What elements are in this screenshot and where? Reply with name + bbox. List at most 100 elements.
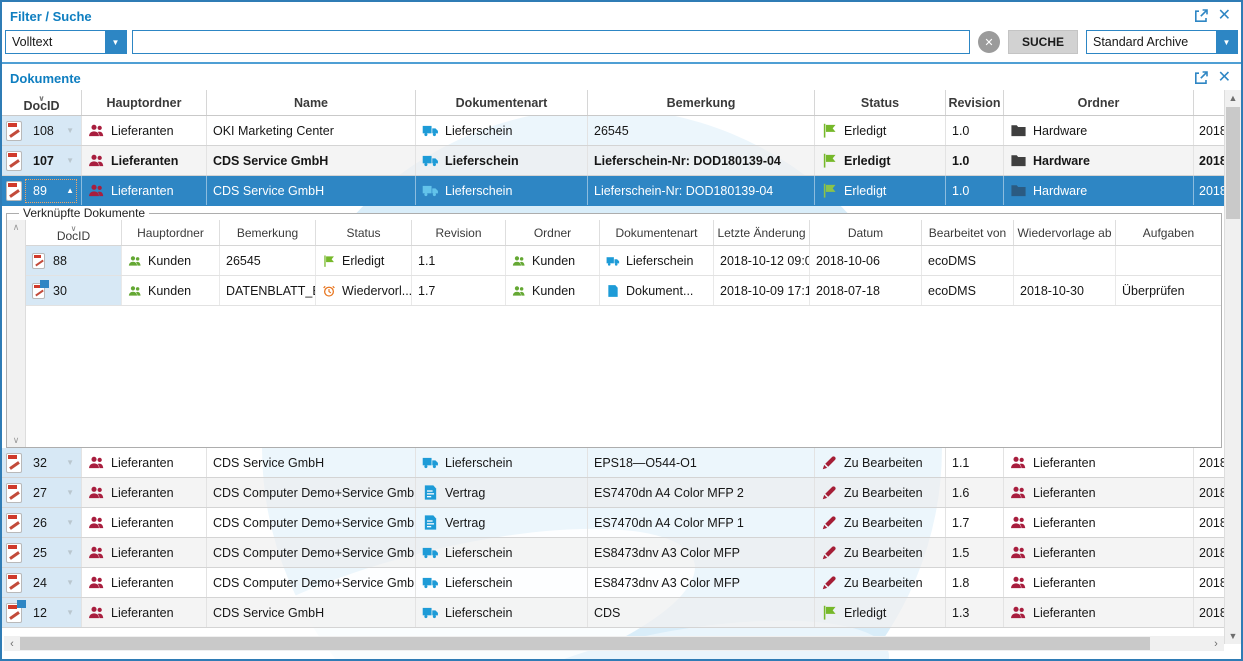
suppliers-people-icon xyxy=(1010,454,1027,471)
column-header-dokumentenart[interactable]: Dokumentenart xyxy=(416,90,588,115)
search-button[interactable]: SUCHE xyxy=(1008,30,1078,54)
doc-folder: Lieferanten xyxy=(1033,456,1096,470)
horizontal-scrollbar[interactable]: ‹ › xyxy=(4,636,1224,651)
archive-value: Standard Archive xyxy=(1087,35,1194,49)
suppliers-people-icon xyxy=(88,454,105,471)
chevron-down-icon[interactable]: ▼ xyxy=(66,126,74,135)
table-row-12[interactable]: 12▼ Lieferanten CDS Service GmbH Liefers… xyxy=(2,598,1224,628)
table-row-32[interactable]: 32▼ Lieferanten CDS Service GmbH Liefers… xyxy=(2,448,1224,478)
search-type-select[interactable]: Volltext ▼ xyxy=(5,30,127,54)
search-input[interactable] xyxy=(132,30,970,54)
linked-column-status[interactable]: Status xyxy=(316,220,412,245)
scroll-left-icon[interactable]: ‹ xyxy=(4,636,20,651)
table-row-107[interactable]: 107▼ Lieferanten CDS Service GmbH Liefer… xyxy=(2,146,1224,176)
table-row-27[interactable]: 27▼ Lieferanten CDS Computer Demo+Servic… xyxy=(2,478,1224,508)
pdf-icon xyxy=(6,483,22,503)
doc-name: OKI Marketing Center xyxy=(207,116,416,145)
linked-column-revision[interactable]: Revision xyxy=(412,220,506,245)
linked-column-aufgaben[interactable]: Aufgaben xyxy=(1116,220,1221,245)
doc-folder: Lieferanten xyxy=(1033,486,1096,500)
filter-panel-title: Filter / Suche xyxy=(10,9,92,24)
suppliers-people-icon xyxy=(88,574,105,591)
delivery-truck-icon xyxy=(422,574,439,591)
doc-date-cut: 2018 xyxy=(1194,116,1224,145)
linked-column-dokumentenart[interactable]: Dokumentenart xyxy=(600,220,714,245)
document-icon xyxy=(422,514,439,531)
scroll-up-icon[interactable]: ▲ xyxy=(1225,90,1241,106)
popout-window-icon[interactable] xyxy=(1194,9,1208,23)
column-header-ordner[interactable]: Ordner xyxy=(1004,90,1194,115)
table-row-24[interactable]: 24▼ Lieferanten CDS Computer Demo+Servic… xyxy=(2,568,1224,598)
close-icon[interactable]: ✕ xyxy=(1218,70,1231,86)
clear-search-icon[interactable]: ✕ xyxy=(978,31,1000,53)
table-row-89-selected[interactable]: 89▲ Lieferanten CDS Service GmbH Liefers… xyxy=(2,176,1224,206)
linked-row-30[interactable]: 30 Kunden DATENBLATT_E... Wiedervorl... … xyxy=(26,276,1221,306)
scroll-down-icon[interactable]: ▼ xyxy=(1225,628,1241,644)
main-folder: Lieferanten xyxy=(111,516,174,530)
doc-revision: 1.1 xyxy=(946,448,1004,477)
vertical-scrollbar-thumb[interactable] xyxy=(1226,107,1240,219)
docid-cell: 12▼ xyxy=(2,598,82,627)
popout-window-icon[interactable] xyxy=(1194,71,1208,85)
suppliers-people-icon xyxy=(88,122,105,139)
linked-column-docid[interactable]: ∨DocID xyxy=(26,220,122,245)
column-header-bemerkung[interactable]: Bemerkung xyxy=(588,90,815,115)
chevron-down-icon[interactable]: ▼ xyxy=(66,548,74,557)
chevron-up-icon[interactable]: ▲ xyxy=(66,186,74,195)
linked-column-bemerkung[interactable]: Bemerkung xyxy=(220,220,316,245)
edit-pen-icon xyxy=(821,454,838,471)
doc-note: 26545 xyxy=(220,246,316,275)
doc-type: Lieferschein xyxy=(445,124,512,138)
column-header-datum-cut[interactable] xyxy=(1194,90,1224,115)
table-row-108[interactable]: 108▼ Lieferanten OKI Marketing Center Li… xyxy=(2,116,1224,146)
linked-column-datum[interactable]: Datum xyxy=(810,220,922,245)
table-row-25[interactable]: 25▼ Lieferanten CDS Computer Demo+Servic… xyxy=(2,538,1224,568)
column-header-revision[interactable]: Revision xyxy=(946,90,1004,115)
chevron-down-icon[interactable]: ▼ xyxy=(66,156,74,165)
scroll-right-icon[interactable]: › xyxy=(1208,636,1224,651)
doc-revision: 1.7 xyxy=(946,508,1004,537)
column-header-docid[interactable]: ∨DocID xyxy=(2,90,82,115)
docid-cell: 32▼ xyxy=(2,448,82,477)
linked-vertical-scrollbar[interactable]: ∧ ∨ xyxy=(7,220,26,447)
doc-status: Erledigt xyxy=(342,254,384,268)
edited-by: ecoDMS xyxy=(922,276,1014,305)
doc-type: Lieferschein xyxy=(445,546,512,560)
customers-people-icon xyxy=(512,254,526,268)
main-folder: Kunden xyxy=(148,284,191,298)
vertical-scrollbar[interactable]: ▲ ▼ xyxy=(1224,90,1241,644)
tasks xyxy=(1116,246,1221,275)
chevron-down-icon[interactable]: ▼ xyxy=(66,608,74,617)
linked-column-wiedervorlage-ab[interactable]: Wiedervorlage ab xyxy=(1014,220,1116,245)
linked-column-letzte-aenderung[interactable]: Letzte Änderung xyxy=(714,220,810,245)
close-icon[interactable]: ✕ xyxy=(1218,8,1231,24)
delivery-truck-icon xyxy=(422,182,439,199)
horizontal-scrollbar-thumb[interactable] xyxy=(20,637,1150,650)
chevron-down-icon[interactable]: ▼ xyxy=(66,458,74,467)
column-header-name[interactable]: Name xyxy=(207,90,416,115)
scroll-down-icon[interactable]: ∨ xyxy=(13,435,20,445)
main-folder: Lieferanten xyxy=(111,546,174,560)
chevron-down-icon[interactable]: ▼ xyxy=(1216,31,1237,53)
linked-column-hauptordner[interactable]: Hauptordner xyxy=(122,220,220,245)
linked-column-ordner[interactable]: Ordner xyxy=(506,220,600,245)
chevron-down-icon[interactable]: ▼ xyxy=(105,31,126,53)
folder-icon xyxy=(1010,182,1027,199)
customers-people-icon xyxy=(128,284,142,298)
linked-column-bearbeitet-von[interactable]: Bearbeitet von xyxy=(922,220,1014,245)
linked-row-88[interactable]: 88 Kunden 26545 Erledigt 1.1 Kunden Lief… xyxy=(26,246,1221,276)
scroll-up-icon[interactable]: ∧ xyxy=(13,222,20,232)
chevron-down-icon[interactable]: ▼ xyxy=(66,578,74,587)
pdf-icon xyxy=(32,253,45,269)
table-row-26[interactable]: 26▼ Lieferanten CDS Computer Demo+Servic… xyxy=(2,508,1224,538)
doc-revision: 1.6 xyxy=(946,478,1004,507)
chevron-down-icon[interactable]: ▼ xyxy=(66,518,74,527)
archive-select[interactable]: Standard Archive ▼ xyxy=(1086,30,1238,54)
doc-folder: Kunden xyxy=(532,254,575,268)
column-header-hauptordner[interactable]: Hauptordner xyxy=(82,90,207,115)
column-header-status[interactable]: Status xyxy=(815,90,946,115)
search-type-value: Volltext xyxy=(6,35,58,49)
doc-type: Dokument... xyxy=(626,284,693,298)
chevron-down-icon[interactable]: ▼ xyxy=(66,488,74,497)
doc-date-cut: 2018 xyxy=(1194,176,1224,205)
